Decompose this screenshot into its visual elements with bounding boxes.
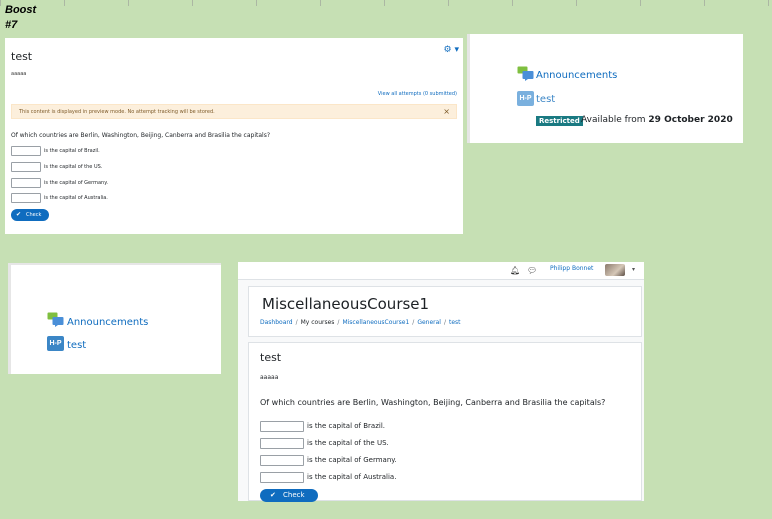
- h5p-icon: H-P: [47, 336, 64, 351]
- activity-card: test aaaaa Of which countries are Berlin…: [248, 342, 642, 502]
- announcements-icon: [517, 66, 534, 81]
- answer-label: is the capital of the US.: [44, 164, 103, 170]
- breadcrumb-item: My courses: [300, 319, 335, 326]
- course-header-card: MiscellaneousCourse1 Dashboard / My course…: [248, 286, 642, 337]
- restricted-badge: Restricted: [536, 116, 583, 126]
- user-name[interactable]: Philipp Bonnet: [550, 265, 593, 272]
- activity-description: aaaaa: [11, 71, 27, 77]
- breadcrumb: Dashboard / My courses / MiscellaneousCourse…: [260, 319, 461, 326]
- answer-label: is the capital of the US.: [307, 439, 389, 447]
- close-icon[interactable]: ×: [443, 107, 450, 116]
- answer-input[interactable]: [11, 178, 41, 188]
- answer-label: is the capital of Australia.: [44, 195, 108, 201]
- answer-input[interactable]: [260, 421, 304, 432]
- answer-input[interactable]: [260, 455, 304, 466]
- chevron-down-icon[interactable]: ▾: [632, 266, 635, 273]
- test-activity-link[interactable]: test: [67, 340, 86, 351]
- check-button[interactable]: ✔ Check: [260, 489, 318, 502]
- answer-input[interactable]: [11, 146, 41, 156]
- availability-date: 29 October 2020: [648, 115, 733, 125]
- check-button[interactable]: ✔ Check: [11, 209, 49, 221]
- course-page-panel: 🔔︎ 💬︎ Philipp Bonnet ▾ MiscellaneousCour…: [238, 262, 644, 502]
- announcements-link[interactable]: Announcements: [67, 317, 148, 328]
- sheet-heading: Boost: [5, 4, 37, 16]
- activity-description: aaaaa: [260, 374, 279, 381]
- breadcrumb-item[interactable]: test: [449, 319, 461, 326]
- answer-label: is the capital of Germany.: [44, 180, 109, 186]
- gear-icon[interactable]: ⚙ ▾: [444, 45, 459, 55]
- avatar[interactable]: [605, 264, 625, 276]
- navbar: 🔔︎ 💬︎ Philipp Bonnet ▾: [238, 262, 644, 280]
- activity-title: test: [11, 50, 33, 63]
- alert-text: This content is displayed in preview mod…: [19, 109, 215, 115]
- announcements-icon: [47, 312, 64, 327]
- check-button-label: Check: [26, 212, 42, 218]
- test-activity-label: test: [536, 94, 556, 105]
- sheet-subheading: #7: [5, 19, 18, 31]
- check-icon: ✔: [270, 491, 276, 499]
- activity-title: test: [260, 351, 282, 364]
- preview-alert: This content is displayed in preview mod…: [11, 104, 457, 119]
- breadcrumb-separator: /: [443, 319, 447, 326]
- breadcrumb-item[interactable]: MiscellaneousCourse1: [342, 319, 409, 326]
- question-text: Of which countries are Berlin, Washingto…: [260, 398, 606, 407]
- check-button-label: Check: [283, 491, 305, 499]
- activity-list-panel: Announcements H-P test: [8, 263, 221, 374]
- view-attempts-link[interactable]: View all attempts (0 submitted): [378, 91, 457, 97]
- answer-input[interactable]: [11, 162, 41, 172]
- answer-input[interactable]: [260, 438, 304, 449]
- answer-label: is the capital of Brazil.: [44, 148, 100, 154]
- check-icon: ✔: [16, 211, 22, 218]
- answer-label: is the capital of Brazil.: [307, 422, 385, 430]
- answer-label: is the capital of Germany.: [307, 456, 397, 464]
- restricted-panel: Announcements H-P test Restricted Availa…: [467, 34, 743, 143]
- breadcrumb-item[interactable]: Dashboard: [260, 319, 293, 326]
- chat-icon[interactable]: 💬︎: [527, 266, 537, 275]
- announcements-link[interactable]: Announcements: [536, 70, 617, 81]
- availability-text: Available from 29 October 2020: [581, 115, 733, 125]
- answer-label: is the capital of Australia.: [307, 473, 397, 481]
- answer-input[interactable]: [11, 193, 41, 203]
- preview-panel: test ⚙ ▾ aaaaa View all attempts (0 subm…: [5, 38, 463, 234]
- page-title: MiscellaneousCourse1: [262, 295, 430, 313]
- breadcrumb-separator: /: [295, 319, 298, 326]
- question-text: Of which countries are Berlin, Washingto…: [11, 132, 271, 139]
- h5p-icon: H-P: [517, 91, 534, 106]
- answer-input[interactable]: [260, 472, 304, 483]
- chevron-down-icon: ▾: [454, 45, 459, 55]
- bell-icon[interactable]: 🔔︎: [510, 266, 520, 275]
- breadcrumb-item[interactable]: General: [417, 319, 441, 326]
